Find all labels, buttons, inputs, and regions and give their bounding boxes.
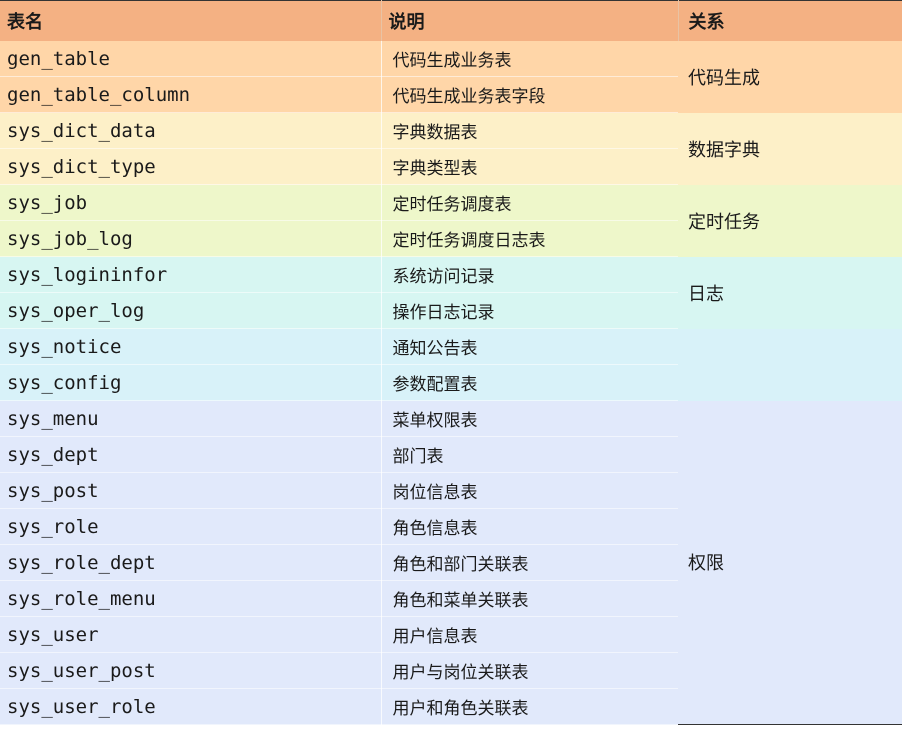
- cell-table-name: sys_dict_data: [0, 112, 382, 149]
- header-relation: 关系: [678, 0, 902, 41]
- header-table-name: 表名: [0, 0, 382, 41]
- cell-table-name: sys_notice: [0, 328, 382, 365]
- cell-description: 角色和菜单关联表: [381, 580, 678, 617]
- table-row: sys_menu 菜单权限表 权限: [0, 400, 902, 725]
- cell-description: 系统访问记录: [381, 256, 678, 293]
- cell-table-name: sys_logininfor: [0, 256, 382, 293]
- table-relations: 表名 说明 关系 gen_table 代码生成业务表 代码生成 gen_tabl…: [0, 0, 902, 725]
- cell-table-name: sys_post: [0, 472, 382, 509]
- cell-table-name: sys_config: [0, 364, 382, 401]
- cell-table-name: sys_user_role: [0, 688, 382, 725]
- cell-table-name: sys_job: [0, 184, 382, 221]
- cell-description: 岗位信息表: [381, 472, 678, 509]
- cell-description: 部门表: [381, 436, 678, 473]
- cell-description: 用户和角色关联表: [381, 688, 678, 725]
- cell-description: 代码生成业务表字段: [381, 76, 678, 113]
- cell-description: 定时任务调度表: [381, 184, 678, 221]
- cell-table-name: sys_user_post: [0, 652, 382, 689]
- cell-table-name: sys_job_log: [0, 220, 382, 257]
- cell-description: 参数配置表: [381, 364, 678, 401]
- cell-table-name: sys_user: [0, 616, 382, 653]
- table-row: sys_dict_data 字典数据表 数据字典: [0, 112, 902, 185]
- cell-table-name: sys_menu: [0, 400, 382, 437]
- cell-description: 角色和部门关联表: [381, 544, 678, 581]
- cell-description: 用户信息表: [381, 616, 678, 653]
- cell-description: 操作日志记录: [381, 292, 678, 329]
- cell-relation: 数据字典: [678, 112, 902, 185]
- cell-description: 定时任务调度日志表: [381, 220, 678, 257]
- cell-description: 字典类型表: [381, 148, 678, 185]
- cell-description: 字典数据表: [381, 112, 678, 149]
- cell-table-name: sys_role: [0, 508, 382, 545]
- table-row: sys_notice 通知公告表: [0, 328, 902, 401]
- cell-table-name: sys_dept: [0, 436, 382, 473]
- cell-description: 用户与岗位关联表: [381, 652, 678, 689]
- table-row: sys_logininfor 系统访问记录 日志: [0, 256, 902, 329]
- cell-relation: 日志: [678, 256, 902, 329]
- table-row: gen_table 代码生成业务表 代码生成: [0, 41, 902, 113]
- header-description: 说明: [381, 0, 679, 41]
- cell-description: 通知公告表: [381, 328, 678, 365]
- cell-table-name: gen_table: [0, 41, 382, 77]
- cell-description: 菜单权限表: [381, 400, 678, 437]
- cell-table-name: sys_role_menu: [0, 580, 382, 617]
- table-row: sys_job 定时任务调度表 定时任务: [0, 184, 902, 257]
- cell-relation: 代码生成: [678, 41, 902, 113]
- cell-relation: [678, 328, 902, 401]
- table-header-row: 表名 说明 关系: [0, 0, 902, 41]
- cell-description: 代码生成业务表: [381, 41, 678, 77]
- cell-description: 角色信息表: [381, 508, 678, 545]
- cell-relation: 权限: [678, 400, 902, 725]
- cell-table-name: sys_role_dept: [0, 544, 382, 581]
- cell-relation: 定时任务: [678, 184, 902, 257]
- cell-table-name: sys_dict_type: [0, 148, 382, 185]
- cell-table-name: gen_table_column: [0, 76, 382, 113]
- cell-table-name: sys_oper_log: [0, 292, 382, 329]
